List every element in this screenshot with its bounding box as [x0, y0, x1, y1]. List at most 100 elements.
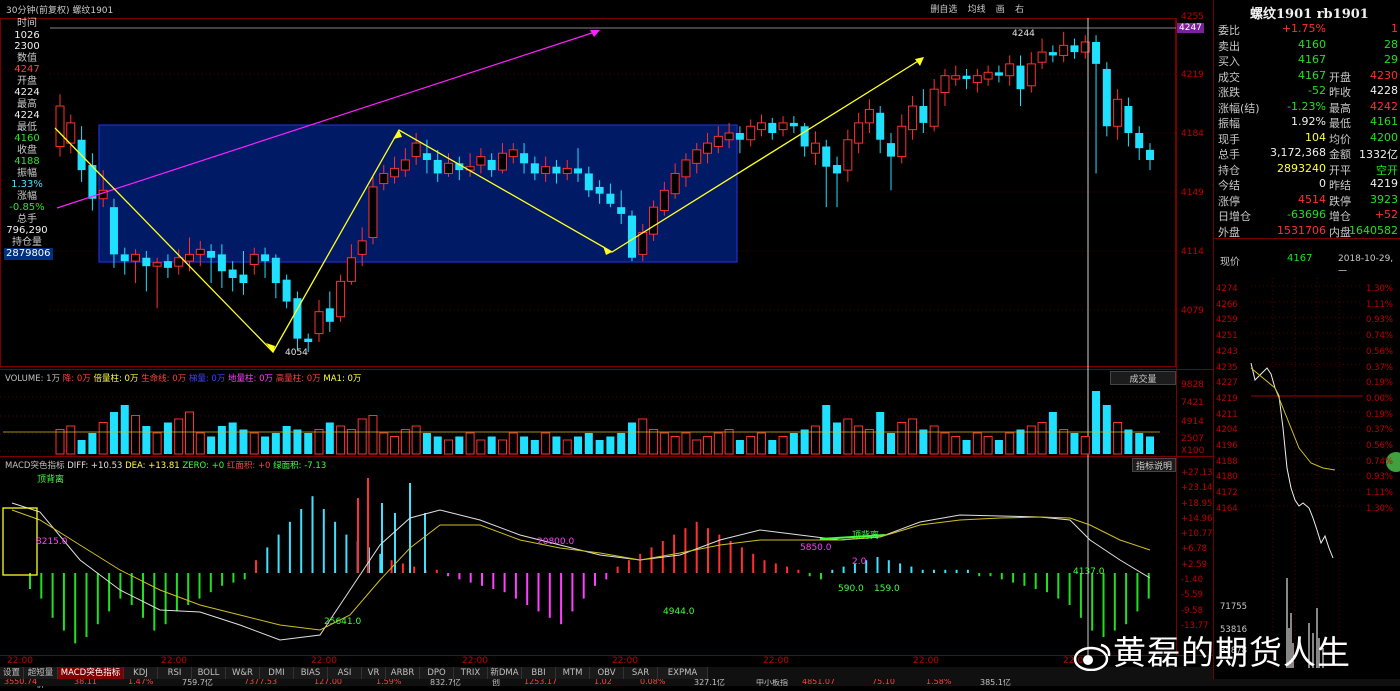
indicator-tab-9[interactable]: ASI: [328, 667, 362, 679]
mini-right-axis-label: 0.37%: [1366, 362, 1394, 373]
volume-bar: [1048, 412, 1057, 454]
mini-left-axis-label: 4188: [1216, 456, 1238, 467]
indicator-help-button[interactable]: 指标说明: [1132, 458, 1176, 472]
mini-left-axis-label: 4274: [1216, 284, 1238, 294]
volume-bar: [282, 426, 291, 454]
volume-bar: [314, 429, 324, 455]
quote-row-value2: 4219: [1370, 177, 1398, 190]
candle-body: [681, 159, 691, 178]
indicator-tab-13[interactable]: TRIX: [454, 667, 488, 679]
volume-bar: [520, 436, 529, 454]
indicator-tab-0[interactable]: 设置: [0, 667, 24, 679]
candle-body: [282, 279, 291, 302]
high-price-annotation: 4244: [1012, 29, 1035, 39]
price-axis-4079: 4079: [1181, 306, 1204, 316]
candle-body: [249, 253, 259, 265]
macd-axis-label: +23.14: [1181, 483, 1213, 494]
volume-bar: [864, 429, 874, 455]
weibo-watermark: 黄磊的期货人生: [1073, 626, 1351, 674]
intraday-price-line: [1250, 362, 1334, 559]
indicator-tab-18[interactable]: SAR: [624, 667, 658, 679]
indicator-tab-10[interactable]: VR: [362, 667, 386, 679]
candle-body: [142, 257, 151, 267]
mini-left-axis-label: 4266: [1216, 299, 1238, 310]
volume-bar: [778, 436, 788, 455]
status-item: 1.59%: [376, 679, 402, 686]
candle-body: [1005, 63, 1015, 77]
indicator-tab-15[interactable]: BBI: [522, 667, 556, 679]
volume-bar: [142, 426, 151, 454]
indicator-tab-12[interactable]: DPO: [420, 667, 454, 679]
volume-bar: [487, 436, 496, 454]
macd-label-4944: 4944.0: [663, 607, 695, 617]
macd-axis-label: +14.96: [1181, 513, 1213, 524]
indicator-tab-7[interactable]: DMI: [260, 667, 294, 679]
macd-axis-label: +2.59: [1181, 559, 1208, 570]
quote-row-label: 涨跌: [1218, 86, 1240, 99]
volume-indicator-button[interactable]: 成交量: [1110, 371, 1176, 385]
indicator-tab-8[interactable]: BIAS: [294, 667, 328, 679]
quote-row-label2: 开盘: [1329, 70, 1351, 84]
kline-chart[interactable]: 4244 4054: [0, 0, 1213, 667]
mini-left-axis-label: 4219: [1216, 393, 1238, 404]
mini-vol-axis-0: 71755: [1220, 602, 1248, 612]
candle-body: [411, 142, 421, 158]
candle-body: [120, 254, 129, 262]
indicator-tab-4[interactable]: RSI: [158, 667, 192, 679]
candle-body: [1113, 98, 1123, 127]
indicator-tab-17[interactable]: OBV: [590, 667, 624, 679]
price-axis-4114: 4114: [1181, 247, 1204, 257]
indicator-tab-6[interactable]: W&R: [226, 667, 260, 679]
candle-body: [756, 122, 766, 131]
indicator-tab-2[interactable]: MACD突色指标: [58, 667, 124, 679]
vol-axis-3: 2507: [1181, 434, 1204, 444]
candle-body: [595, 186, 604, 194]
macd-legend: MACD突色指标 DIFF: +10.53 DEA: +13.81 ZERO: …: [5, 461, 327, 471]
indicator-tab-1[interactable]: 超短量价: [24, 667, 58, 690]
candle-body: [962, 75, 971, 80]
macd-axis-label: -1.40: [1181, 575, 1203, 586]
indicator-tab-5[interactable]: BOLL: [192, 667, 226, 679]
volume-bar: [627, 422, 636, 454]
volume-bar: [77, 440, 86, 454]
macd-axis-label: +10.77: [1181, 529, 1213, 540]
candle-body: [109, 207, 118, 255]
info-close-label: 收盘: [17, 144, 37, 156]
mini-left-axis: 4274 4266 4259 4251 4243 4235 4227 4219 4211 4204…: [1216, 282, 1250, 518]
candle-body: [530, 163, 539, 174]
macd-diff-line: [11, 502, 1151, 641]
quote-row-label2: 均价: [1329, 132, 1351, 146]
indicator-tab-14[interactable]: 新DMA: [488, 667, 522, 679]
candle-body: [864, 108, 874, 124]
info-volume-label: 总手: [17, 213, 37, 225]
indicator-tab-16[interactable]: MTM: [556, 667, 590, 679]
volume-bar: [822, 405, 831, 454]
quote-row-label2: 金额: [1329, 148, 1351, 161]
indicator-tab-11[interactable]: ARBR: [386, 667, 420, 679]
candle-body: [940, 75, 950, 94]
candle-body: [497, 152, 507, 171]
mini-right-axis-label: 0.74%: [1366, 456, 1394, 467]
status-item: 创: [492, 679, 500, 686]
volume-bar: [271, 433, 280, 454]
macd-label-4137: 4137.0: [1073, 567, 1105, 577]
volume-bar: [379, 432, 389, 455]
macd-label-top-divergence-1: 顶背离: [37, 475, 65, 485]
candle-body: [552, 166, 561, 174]
candle-body: [1124, 106, 1133, 133]
candle-body: [131, 253, 141, 262]
candle-body: [346, 257, 356, 282]
quote-row-value2: 1640582: [1349, 223, 1398, 237]
volume-bar: [886, 433, 895, 454]
candle-body: [1026, 63, 1036, 87]
info-value-label: 数值: [17, 52, 37, 64]
indicator-tab-3[interactable]: KDJ: [124, 667, 158, 679]
volume-bar: [1080, 436, 1090, 455]
mini-left-axis-label: 4180: [1216, 472, 1238, 483]
price-axis-4219: 4219: [1181, 70, 1204, 80]
status-item: 327.1亿: [694, 679, 725, 686]
indicator-tab-19[interactable]: EXPMA: [658, 667, 708, 679]
macd-axis: +27.13 +23.14 +18.95 +14.96 +10.77 +6.78 +2.59…: [1181, 466, 1213, 634]
volume-bar: [908, 418, 918, 455]
quote-row-label2: 最低: [1329, 117, 1351, 130]
